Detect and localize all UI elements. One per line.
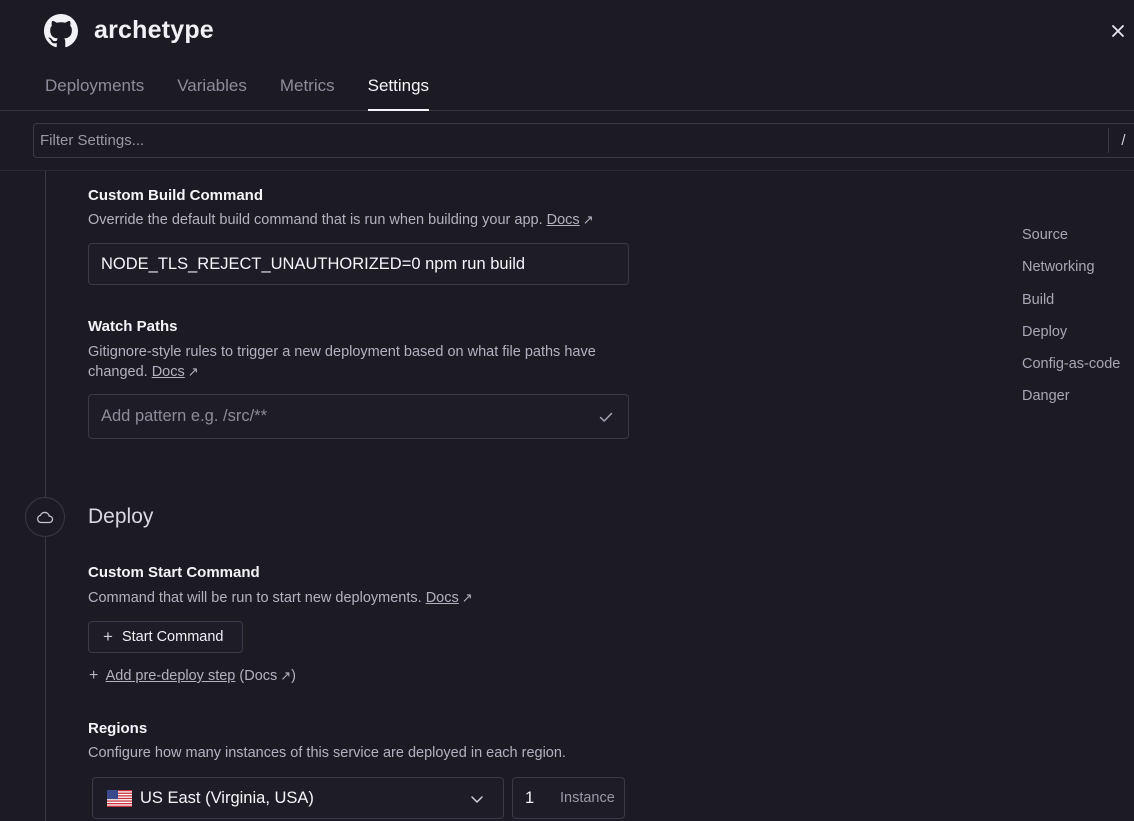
deploy-section-title: Deploy bbox=[88, 505, 154, 528]
divider bbox=[0, 170, 1134, 171]
external-link-icon: ↗ bbox=[280, 668, 292, 683]
add-start-command-button[interactable]: + Start Command bbox=[88, 621, 243, 653]
shortcut-key-hint: / bbox=[1108, 128, 1134, 153]
filter-settings-input[interactable] bbox=[40, 124, 1100, 157]
toc-danger[interactable]: Danger bbox=[1022, 387, 1120, 419]
close-icon bbox=[1112, 25, 1124, 37]
custom-build-description-text: Override the default build command that … bbox=[88, 212, 543, 228]
external-link-icon: ↗ bbox=[187, 364, 199, 379]
app-title: archetype bbox=[94, 16, 214, 44]
watch-paths-title: Watch Paths bbox=[88, 318, 178, 335]
service-header: archetype Deployments Variables Metrics … bbox=[0, 0, 1134, 111]
custom-build-command-title: Custom Build Command bbox=[88, 187, 263, 204]
github-icon bbox=[44, 14, 78, 48]
instance-count: 1 bbox=[525, 789, 535, 807]
watch-paths-input[interactable] bbox=[101, 395, 581, 438]
cloud-icon bbox=[36, 511, 54, 524]
region-select[interactable]: US East (Virginia, USA) bbox=[92, 777, 504, 819]
deploy-section-node bbox=[25, 497, 65, 537]
filter-settings-box: / bbox=[33, 123, 1134, 158]
custom-start-command-title: Custom Start Command bbox=[88, 564, 260, 581]
toc-networking[interactable]: Networking bbox=[1022, 258, 1120, 290]
start-command-description-text: Command that will be run to start new de… bbox=[88, 590, 422, 606]
toc-source[interactable]: Source bbox=[1022, 226, 1120, 258]
plus-icon: + bbox=[89, 667, 99, 684]
close-button[interactable] bbox=[1108, 22, 1128, 42]
external-link-icon: ↗ bbox=[582, 212, 594, 227]
watch-paths-field bbox=[88, 394, 629, 439]
settings-table-of-contents: Source Networking Build Deploy Config-as… bbox=[1022, 226, 1120, 420]
start-command-button-label: Start Command bbox=[121, 629, 224, 645]
chevron-down-icon bbox=[471, 796, 483, 803]
build-command-field[interactable]: NODE_TLS_REJECT_UNAUTHORIZED=0 npm run b… bbox=[88, 243, 629, 285]
instance-label: Instance bbox=[560, 790, 615, 806]
toc-config-as-code[interactable]: Config-as-code bbox=[1022, 355, 1120, 387]
plus-icon: + bbox=[103, 627, 113, 646]
watch-paths-docs-link[interactable]: Docs bbox=[152, 364, 185, 380]
external-link-icon: ↗ bbox=[461, 590, 473, 605]
custom-start-command-description: Command that will be run to start new de… bbox=[88, 588, 473, 608]
tab-variables[interactable]: Variables bbox=[177, 76, 247, 111]
toc-build[interactable]: Build bbox=[1022, 291, 1120, 323]
custom-build-command-description: Override the default build command that … bbox=[88, 210, 594, 230]
start-command-docs-link[interactable]: Docs bbox=[426, 590, 459, 606]
pre-deploy-docs-link[interactable]: (Docs bbox=[239, 668, 277, 684]
tab-bar: Deployments Variables Metrics Settings bbox=[45, 76, 462, 111]
custom-build-docs-link[interactable]: Docs bbox=[547, 212, 580, 228]
regions-title: Regions bbox=[88, 720, 148, 737]
toc-deploy[interactable]: Deploy bbox=[1022, 323, 1120, 355]
check-icon[interactable] bbox=[598, 409, 614, 425]
tab-settings[interactable]: Settings bbox=[367, 76, 430, 111]
us-flag-icon bbox=[107, 789, 132, 807]
instance-count-field[interactable]: 1 Instance bbox=[512, 777, 625, 819]
section-timeline-line bbox=[45, 171, 46, 821]
selected-region: US East (Virginia, USA) bbox=[140, 788, 314, 807]
pre-deploy-row: + Add pre-deploy step (Docs ↗) bbox=[89, 667, 296, 685]
pre-deploy-docs-close: ) bbox=[291, 668, 297, 684]
tab-metrics[interactable]: Metrics bbox=[280, 76, 335, 111]
tab-deployments[interactable]: Deployments bbox=[45, 76, 144, 111]
regions-description: Configure how many instances of this ser… bbox=[88, 745, 566, 761]
watch-paths-description: Gitignore-style rules to trigger a new d… bbox=[88, 342, 633, 382]
add-pre-deploy-step-link[interactable]: Add pre-deploy step bbox=[106, 668, 236, 684]
